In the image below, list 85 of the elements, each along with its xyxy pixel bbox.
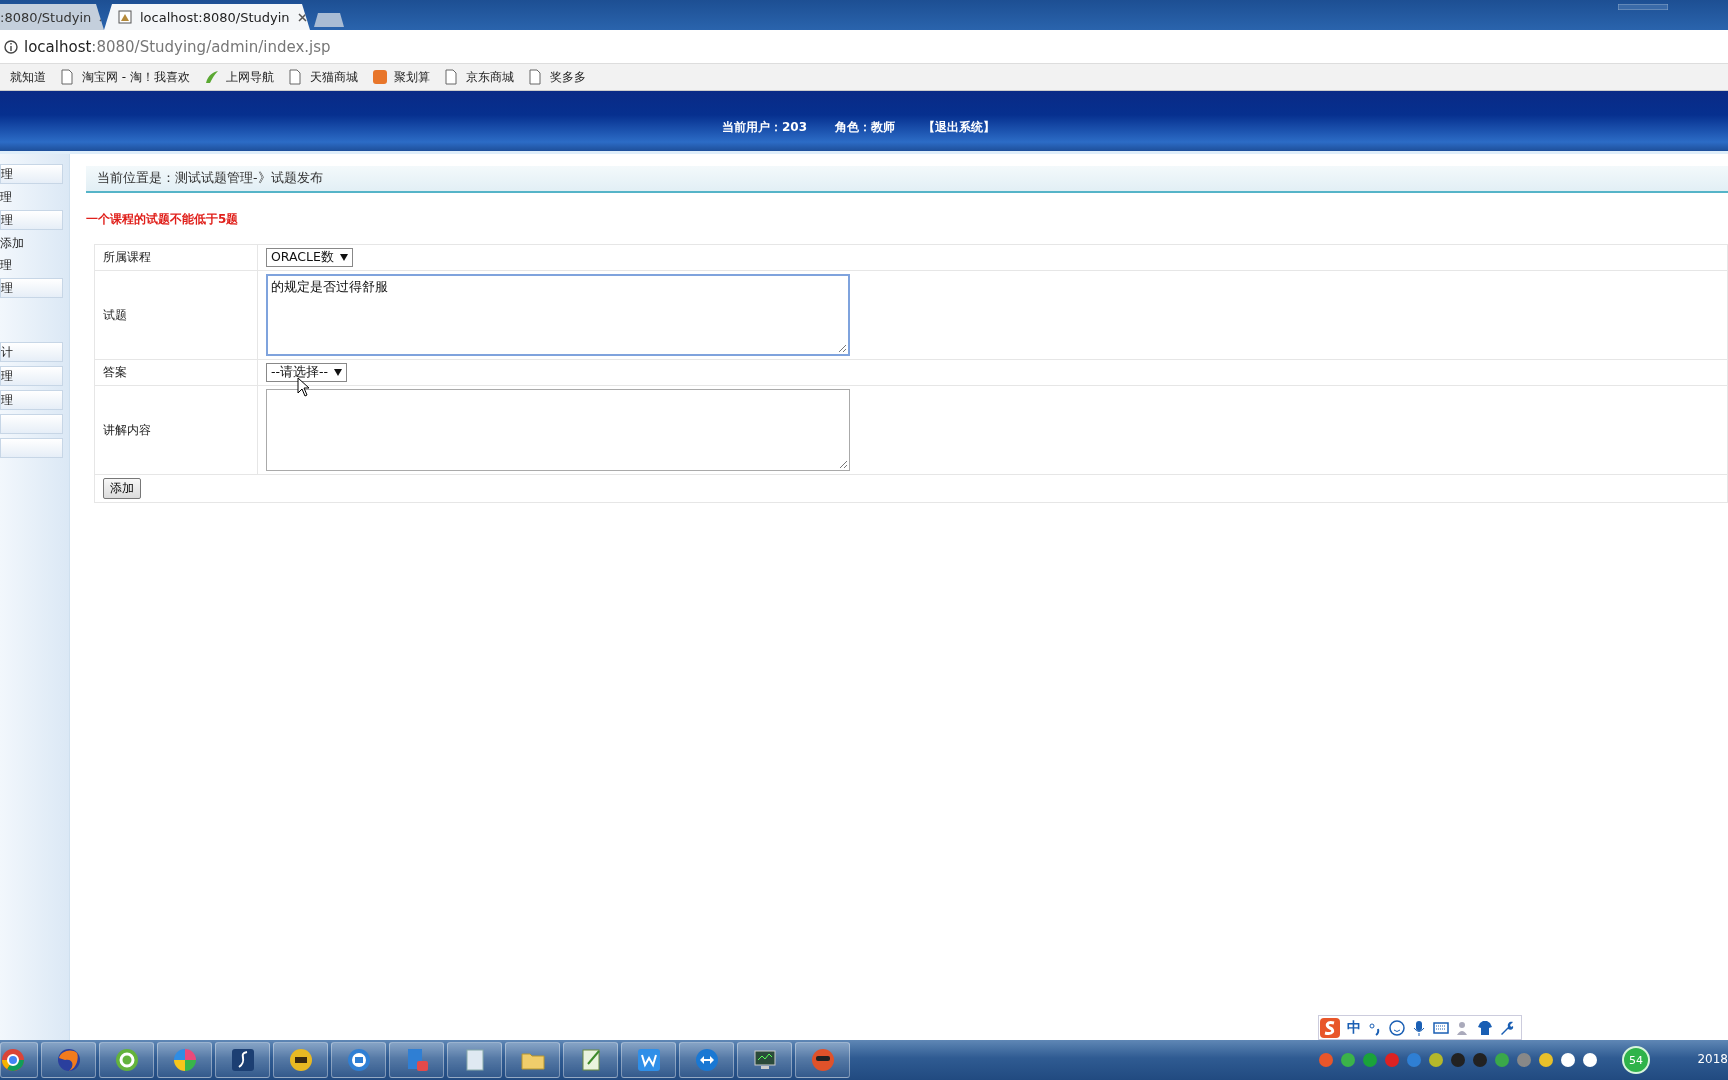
taskbar-button[interactable]	[41, 1042, 96, 1078]
text-area[interactable]: 的规定是否过得舒服	[266, 274, 850, 356]
taskbar-button[interactable]	[679, 1042, 734, 1078]
circle-app-icon	[346, 1048, 371, 1072]
app-tile-icon	[636, 1048, 661, 1072]
notice-text: 一个课程的试题不能低于5题	[86, 211, 239, 228]
taskbar-button[interactable]	[795, 1042, 850, 1078]
clock-text: 2018	[1697, 1052, 1728, 1066]
bookmark[interactable]: 淘宝网 - 淘！我喜欢	[60, 68, 190, 86]
tab-title: localhost:8080/Studyin	[140, 9, 290, 25]
bookmark[interactable]: 就知道	[10, 68, 46, 86]
wrench-icon[interactable]	[1499, 1019, 1515, 1036]
field-label: 所属课程	[94, 244, 258, 271]
monitor-icon	[752, 1048, 777, 1072]
text-area[interactable]	[266, 389, 850, 471]
page-icon	[287, 69, 304, 85]
page-icon	[527, 69, 544, 85]
tray-icon[interactable]	[1560, 1052, 1576, 1068]
info-icon[interactable]	[4, 39, 18, 54]
menu-button[interactable]: 理	[0, 164, 63, 184]
menu-button[interactable]: 计	[0, 342, 63, 362]
select-field[interactable]: --请选择--	[266, 363, 348, 382]
field-label: 讲解内容	[94, 385, 258, 475]
tag-icon	[371, 69, 388, 85]
add-button[interactable]: 添加	[103, 478, 141, 499]
current-user: 当前用户：203	[722, 119, 808, 136]
pinwheel-icon	[172, 1048, 197, 1072]
notification-badge: 54	[1622, 1046, 1650, 1074]
tray-icon[interactable]	[1428, 1052, 1444, 1068]
taskbar-button[interactable]	[737, 1042, 792, 1078]
smiley-icon[interactable]	[1389, 1019, 1405, 1036]
caret-icon	[334, 369, 343, 376]
bookmark[interactable]: 奖多多	[527, 68, 586, 86]
page-favicon-icon	[118, 10, 132, 24]
user-role: 角色：教师	[835, 119, 896, 136]
menu-button[interactable]: 理	[0, 390, 63, 410]
taskbar-button[interactable]	[563, 1042, 618, 1078]
arrows-icon	[694, 1048, 719, 1072]
menu-item[interactable]: 添加	[0, 234, 69, 252]
taskbar-button[interactable]	[505, 1042, 560, 1078]
taskbar-button[interactable]	[273, 1042, 328, 1078]
page-icon	[60, 69, 76, 85]
tray-icon[interactable]	[1538, 1052, 1554, 1068]
select-field[interactable]: ORACLE数	[266, 248, 353, 267]
coin-icon	[288, 1048, 313, 1072]
mascot-icon	[810, 1048, 835, 1072]
taskbar-button[interactable]	[99, 1042, 154, 1078]
taskbar-button[interactable]	[157, 1042, 212, 1078]
leaf-icon	[203, 69, 220, 85]
url-field[interactable]: localhost:8080/Studying/admin/index.jsp	[24, 37, 331, 56]
globe-icon	[114, 1048, 139, 1072]
page-icon	[443, 69, 460, 85]
breadcrumb-bar: 当前位置是：测试试题管理-》试题发布	[86, 166, 1728, 193]
new-tab-icon[interactable]	[314, 13, 344, 27]
menu-item[interactable]: 理	[0, 256, 69, 274]
ring-icon	[1, 1048, 25, 1072]
input-mode-toggle[interactable]: 中	[1347, 1018, 1361, 1037]
menu-button[interactable]: 理	[0, 366, 63, 386]
taskbar-button[interactable]	[621, 1042, 676, 1078]
taskbar-button[interactable]	[389, 1042, 444, 1078]
taskbar-button[interactable]	[215, 1042, 270, 1078]
logout-link[interactable]: 【退出系统】	[923, 119, 996, 136]
menu-button[interactable]: 理	[0, 210, 63, 230]
caret-icon	[339, 254, 348, 261]
bookmark[interactable]: 上网导航	[203, 68, 274, 86]
keyboard-icon[interactable]	[1433, 1019, 1449, 1036]
bookmark[interactable]: 天猫商城	[287, 68, 358, 86]
mouse-cursor-icon	[297, 377, 310, 397]
menu-button[interactable]: 理	[0, 278, 63, 298]
taskbar-button[interactable]	[331, 1042, 386, 1078]
resize-grip-icon	[839, 460, 848, 469]
bookmark[interactable]: 聚划算	[371, 68, 430, 86]
taskbar-button[interactable]	[0, 1042, 38, 1078]
microphone-icon[interactable]	[1411, 1019, 1427, 1036]
tray-icon[interactable]	[1582, 1052, 1598, 1068]
globe-icon	[56, 1048, 81, 1072]
menu-item[interactable]: 理	[0, 188, 69, 206]
field-label: 答案	[94, 359, 258, 386]
bookmark[interactable]: 京东商城	[443, 68, 514, 86]
resize-grip-icon	[838, 344, 847, 353]
shirt-icon[interactable]	[1477, 1019, 1493, 1036]
app-tile-icon	[230, 1048, 255, 1072]
field-label: 试题	[94, 270, 258, 360]
taskbar-button[interactable]	[447, 1042, 502, 1078]
tab-title: :8080/Studyin	[0, 9, 92, 25]
